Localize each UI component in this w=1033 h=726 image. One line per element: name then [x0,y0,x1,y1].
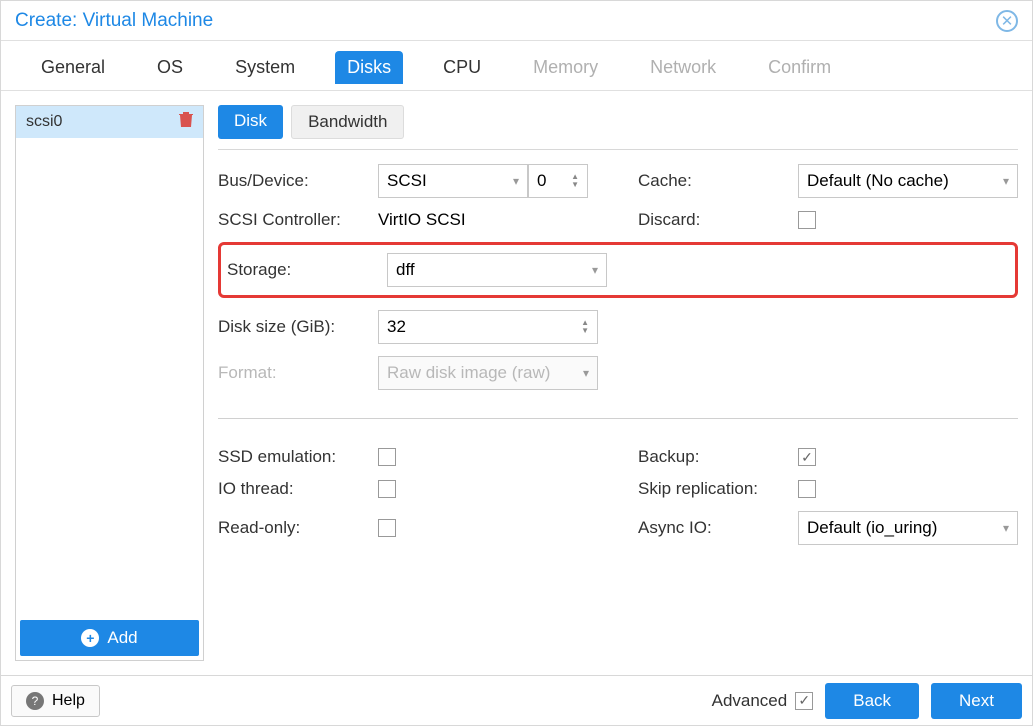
bus-value: SCSI [387,171,427,191]
format-combo: Raw disk image (raw) ▾ [378,356,598,390]
field-skip-replication: Skip replication: [638,479,1018,499]
label-backup: Backup: [638,447,798,467]
help-icon: ? [26,692,44,710]
trash-icon[interactable] [179,112,193,133]
form-grid: Bus/Device: SCSI ▾ 0 ▲▼ Cache: [218,164,1018,545]
device-number[interactable]: 0 ▲▼ [528,164,588,198]
tab-system[interactable]: System [223,51,307,84]
back-button[interactable]: Back [825,683,919,719]
skip-replication-checkbox[interactable] [798,480,816,498]
field-discard: Discard: [638,210,1018,230]
chevron-down-icon: ▾ [513,174,519,188]
storage-combo[interactable]: dff ▾ [387,253,607,287]
field-storage: Storage: dff ▾ [227,253,618,287]
disk-item-label: scsi0 [26,113,62,131]
label-bus-device: Bus/Device: [218,171,378,191]
tab-cpu[interactable]: CPU [431,51,493,84]
disk-form: Disk Bandwidth Bus/Device: SCSI ▾ 0 ▲▼ [204,105,1018,661]
titlebar: Create: Virtual Machine ✕ [1,1,1032,41]
tab-confirm: Confirm [756,51,843,84]
subtab-disk[interactable]: Disk [218,105,283,139]
field-io-thread: IO thread: [218,479,598,499]
async-io-combo[interactable]: Default (io_uring) ▾ [798,511,1018,545]
label-skip-replication: Skip replication: [638,479,798,499]
label-cache: Cache: [638,171,798,191]
bus-combo[interactable]: SCSI ▾ [378,164,528,198]
dialog-title: Create: Virtual Machine [15,10,213,32]
chevron-down-icon: ▾ [1003,174,1009,188]
chevron-down-icon: ▾ [583,366,589,380]
field-async-io: Async IO: Default (io_uring) ▾ [638,511,1018,545]
dialog-body: scsi0 + Add Disk Bandwidth Bus/Device: [1,91,1032,675]
subtabs: Disk Bandwidth [218,105,1018,150]
create-vm-dialog: Create: Virtual Machine ✕ General OS Sys… [0,0,1033,726]
discard-checkbox[interactable] [798,211,816,229]
label-read-only: Read-only: [218,518,378,538]
plus-icon: + [81,629,99,647]
tab-disks[interactable]: Disks [335,51,403,84]
format-value: Raw disk image (raw) [387,363,550,383]
backup-checkbox[interactable] [798,448,816,466]
field-scsi-controller: SCSI Controller: VirtIO SCSI [218,210,598,230]
field-format: Format: Raw disk image (raw) ▾ [218,356,598,390]
read-only-checkbox[interactable] [378,519,396,537]
io-thread-checkbox[interactable] [378,480,396,498]
disk-list: scsi0 [16,106,203,616]
cache-combo[interactable]: Default (No cache) ▾ [798,164,1018,198]
storage-value: dff [396,260,415,280]
tab-general[interactable]: General [29,51,117,84]
tab-memory: Memory [521,51,610,84]
label-disk-size: Disk size (GiB): [218,317,378,337]
advanced-checkbox[interactable] [795,692,813,710]
dialog-footer: ? Help Advanced Back Next [1,675,1032,725]
add-disk-button[interactable]: + Add [20,620,199,656]
field-read-only: Read-only: [218,518,598,538]
advanced-label: Advanced [712,691,788,711]
storage-highlight: Storage: dff ▾ [218,242,1018,298]
field-bus-device: Bus/Device: SCSI ▾ 0 ▲▼ [218,164,598,198]
footer-right: Advanced Back Next [712,683,1022,719]
label-storage: Storage: [227,260,387,280]
add-label: Add [107,628,137,648]
help-button[interactable]: ? Help [11,685,100,717]
label-scsi-controller: SCSI Controller: [218,210,378,230]
subtab-bandwidth[interactable]: Bandwidth [291,105,404,139]
disk-sidebar: scsi0 + Add [15,105,204,661]
tab-network: Network [638,51,728,84]
field-disk-size: Disk size (GiB): 32 ▲▼ [218,310,598,344]
divider [218,418,1018,419]
tab-os[interactable]: OS [145,51,195,84]
field-ssd-emulation: SSD emulation: [218,447,598,467]
label-async-io: Async IO: [638,518,798,538]
spinner-icon[interactable]: ▲▼ [581,319,589,335]
label-io-thread: IO thread: [218,479,378,499]
field-backup: Backup: [638,447,1018,467]
cache-value: Default (No cache) [807,171,949,191]
help-label: Help [52,692,85,710]
device-value: 0 [537,171,546,191]
field-cache: Cache: Default (No cache) ▾ [638,164,1018,198]
disk-size-value: 32 [387,317,406,337]
chevron-down-icon: ▾ [592,263,598,277]
advanced-toggle[interactable]: Advanced [712,691,814,711]
label-format: Format: [218,363,378,383]
ssd-checkbox[interactable] [378,448,396,466]
label-discard: Discard: [638,210,798,230]
scsi-controller-value: VirtIO SCSI [378,210,466,230]
async-io-value: Default (io_uring) [807,518,937,538]
disk-item-scsi0[interactable]: scsi0 [16,106,203,138]
spinner-icon[interactable]: ▲▼ [571,173,579,189]
next-button[interactable]: Next [931,683,1022,719]
label-ssd: SSD emulation: [218,447,378,467]
disk-size-input[interactable]: 32 ▲▼ [378,310,598,344]
chevron-down-icon: ▾ [1003,521,1009,535]
close-icon[interactable]: ✕ [996,10,1018,32]
wizard-tabs: General OS System Disks CPU Memory Netwo… [1,41,1032,91]
